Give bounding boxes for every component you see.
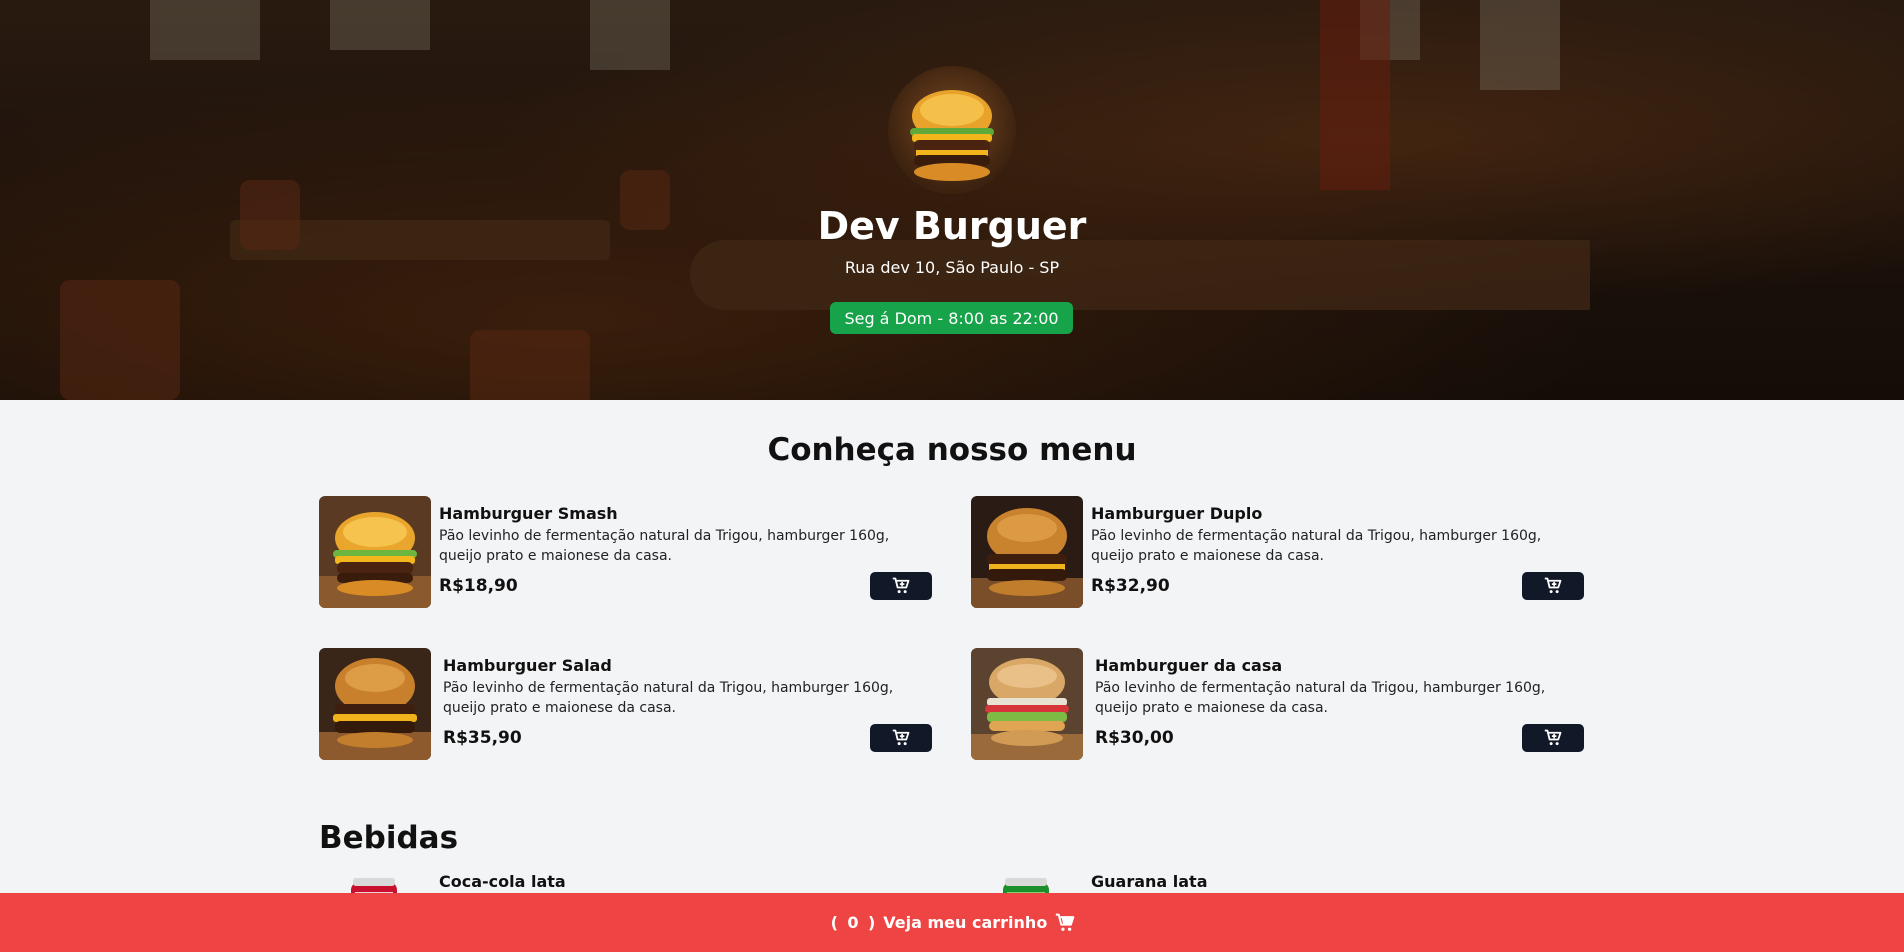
item-name: Hamburguer Duplo [1091, 504, 1263, 523]
drinks-section-title: Bebidas [319, 820, 459, 856]
item-description: Pão levinho de fermentação natural da Tr… [1091, 528, 1542, 564]
view-cart-button[interactable]: ( 0 ) Veja meu carrinho [0, 893, 1904, 952]
item-description: Pão levinho de fermentação natural da Tr… [443, 680, 894, 716]
opening-hours-badge: Seg á Dom - 8:00 as 22:00 [830, 302, 1073, 334]
drink-name: Guarana lata [1091, 872, 1208, 891]
hero-overlay [0, 0, 1904, 400]
burger-image [971, 496, 1083, 608]
cart-plus-icon [892, 729, 910, 746]
cart-plus-icon [1544, 729, 1562, 746]
menu-item: Hamburguer Smash Pão levinho de fermenta… [319, 496, 933, 608]
item-price: R$18,90 [439, 576, 518, 596]
hero-banner: Dev Burguer Rua dev 10, São Paulo - SP S… [0, 0, 1904, 400]
restaurant-logo [888, 66, 1016, 194]
cart-icon [1055, 913, 1075, 933]
burger-photo-icon [319, 496, 431, 608]
item-price: R$35,90 [443, 728, 522, 748]
burger-photo-icon [971, 496, 1083, 608]
item-price: R$30,00 [1095, 728, 1174, 748]
add-to-cart-button[interactable] [870, 724, 932, 752]
add-to-cart-button[interactable] [1522, 724, 1584, 752]
cart-count-open-paren: ( [830, 913, 838, 932]
cart-plus-icon [1544, 577, 1562, 594]
view-cart-label: Veja meu carrinho [883, 913, 1048, 932]
burger-image [971, 648, 1083, 760]
burger-photo-icon [319, 648, 431, 760]
burger-image [319, 496, 431, 608]
menu-item: Hamburguer da casa Pão levinho de fermen… [971, 648, 1585, 760]
item-name: Hamburguer da casa [1095, 656, 1283, 675]
item-description: Pão levinho de fermentação natural da Tr… [1095, 680, 1546, 716]
restaurant-name: Dev Burguer [817, 204, 1087, 248]
item-price: R$32,90 [1091, 576, 1170, 596]
item-description: Pão levinho de fermentação natural da Tr… [439, 528, 890, 564]
drink-name: Coca-cola lata [439, 872, 566, 891]
menu-item: Hamburguer Salad Pão levinho de fermenta… [319, 648, 933, 760]
burger-logo-icon [910, 90, 994, 181]
add-to-cart-button[interactable] [1522, 572, 1584, 600]
burger-image [319, 648, 431, 760]
restaurant-address: Rua dev 10, São Paulo - SP [844, 258, 1060, 277]
burger-photo-icon [971, 648, 1083, 760]
menu-item: Hamburguer Duplo Pão levinho de fermenta… [971, 496, 1585, 608]
menu-section-title: Conheça nosso menu [767, 432, 1137, 468]
cart-plus-icon [892, 577, 910, 594]
cart-count-close-paren: ) [867, 913, 876, 932]
add-to-cart-button[interactable] [870, 572, 932, 600]
item-name: Hamburguer Smash [439, 504, 618, 523]
cart-count: 0 [847, 913, 859, 932]
item-name: Hamburguer Salad [443, 656, 612, 675]
